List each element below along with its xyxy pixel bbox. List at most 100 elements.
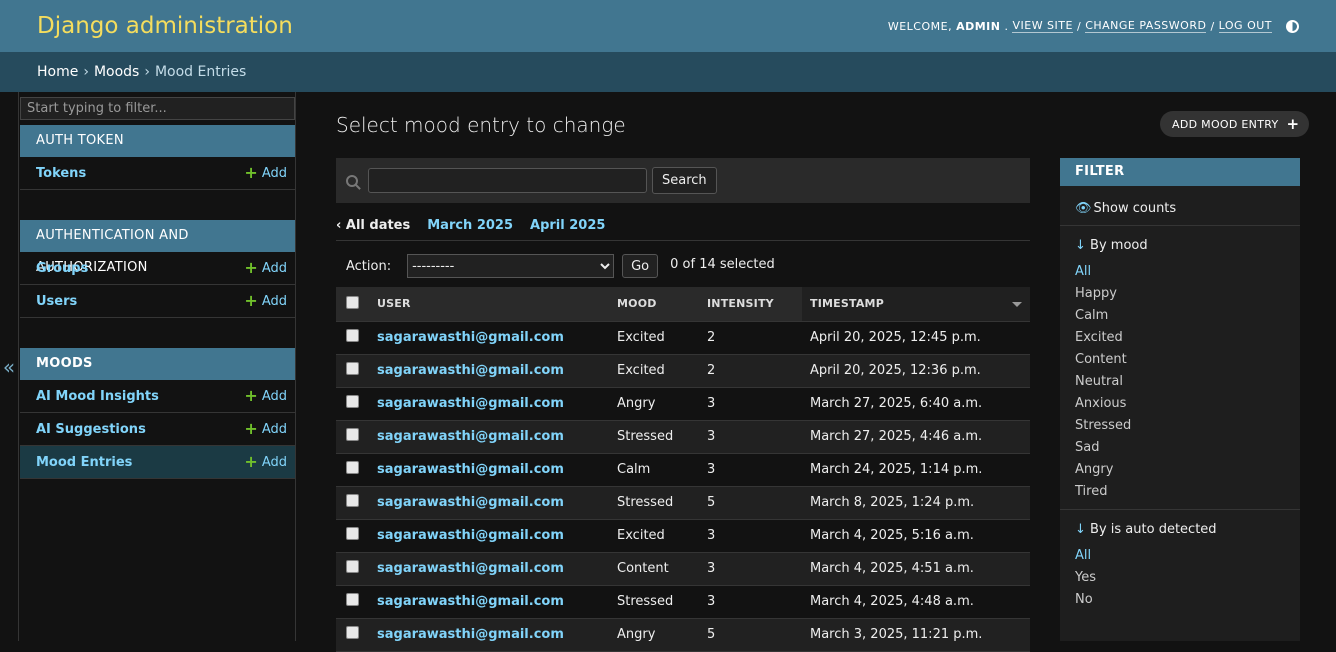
- site-branding[interactable]: Django administration: [37, 13, 293, 39]
- table-row: sagarawasthi@gmail.com Angry 3 March 27, 20…: [336, 387, 1030, 421]
- intensity-cell: 5: [699, 618, 802, 652]
- selected-count: 0 of 14 selected: [670, 256, 775, 272]
- filter-option[interactable]: Tired: [1075, 481, 1285, 503]
- log-out-link[interactable]: LOG OUT: [1218, 19, 1272, 33]
- table-row: sagarawasthi@gmail.com Content 3 March 4, 2…: [336, 552, 1030, 586]
- date-link-march-2025[interactable]: March 2025: [427, 218, 513, 240]
- sidebar-item-tokens: Tokens + Add: [20, 157, 295, 190]
- row-checkbox[interactable]: [346, 428, 359, 441]
- module-caption[interactable]: MOODS: [20, 348, 295, 380]
- date-link-april-2025[interactable]: April 2025: [530, 218, 605, 240]
- filter-option[interactable]: Sad: [1075, 437, 1285, 459]
- filter-option[interactable]: Anxious: [1075, 393, 1285, 415]
- column-header-user[interactable]: USER: [369, 287, 609, 322]
- module-caption[interactable]: AUTHENTICATION AND AUTHORIZATION: [20, 220, 295, 275]
- mood-cell: Content: [609, 552, 699, 586]
- row-checkbox[interactable]: [346, 593, 359, 606]
- table-row: sagarawasthi@gmail.com Stressed 3 March 27,…: [336, 420, 1030, 454]
- sidebar-item-label[interactable]: Users: [36, 294, 77, 309]
- filter-heading-mood[interactable]: ↓ By mood: [1060, 226, 1300, 261]
- row-checkbox[interactable]: [346, 362, 359, 375]
- search-button[interactable]: Search: [652, 167, 717, 194]
- breadcrumb-app[interactable]: Moods: [94, 64, 139, 80]
- column-header-timestamp[interactable]: TIMESTAMP: [802, 287, 1030, 322]
- module-caption[interactable]: AUTH TOKEN: [20, 125, 295, 157]
- sidebar-item-label[interactable]: AI Mood Insights: [36, 389, 159, 404]
- row-checkbox[interactable]: [346, 560, 359, 573]
- result-table: USER MOOD INTENSITY TIMESTAMP sagarawast…: [336, 287, 1030, 652]
- row-checkbox[interactable]: [346, 494, 359, 507]
- user-link[interactable]: sagarawasthi@gmail.com: [377, 528, 564, 543]
- select-all-checkbox[interactable]: [346, 295, 359, 309]
- filter-heading-auto-detected[interactable]: ↓ By is auto detected: [1060, 510, 1300, 545]
- user-link[interactable]: sagarawasthi@gmail.com: [377, 462, 564, 477]
- breadcrumb-current: Mood Entries: [154, 64, 247, 80]
- sidebar-item-label[interactable]: Tokens: [36, 166, 86, 181]
- sidebar-item-label[interactable]: Mood Entries: [36, 455, 132, 470]
- row-checkbox[interactable]: [346, 461, 359, 474]
- mood-cell: Excited: [609, 354, 699, 388]
- filter-option[interactable]: Stressed: [1075, 415, 1285, 437]
- filter-option[interactable]: Excited: [1075, 327, 1285, 349]
- filter-option[interactable]: Yes: [1075, 567, 1285, 589]
- filter-option[interactable]: Angry: [1075, 459, 1285, 481]
- search-input[interactable]: [368, 168, 647, 193]
- change-password-link[interactable]: CHANGE PASSWORD: [1085, 19, 1207, 33]
- sidebar-item-label[interactable]: Groups: [36, 261, 88, 276]
- show-counts-link[interactable]: 👁 Show counts: [1060, 186, 1300, 226]
- actions-bar: Action: --------- Go 0 of 14 selected: [336, 251, 1030, 281]
- action-select[interactable]: ---------: [407, 254, 615, 278]
- add-mood-entry-button[interactable]: ADD MOOD ENTRY +: [1160, 111, 1310, 137]
- user-link[interactable]: sagarawasthi@gmail.com: [377, 561, 564, 576]
- filter-option[interactable]: Content: [1075, 349, 1285, 371]
- user-link[interactable]: sagarawasthi@gmail.com: [377, 627, 564, 642]
- filter-option[interactable]: Calm: [1075, 305, 1285, 327]
- go-button[interactable]: Go: [622, 254, 659, 278]
- view-site-link[interactable]: VIEW SITE: [1012, 19, 1073, 33]
- add-link[interactable]: + Add: [244, 388, 287, 404]
- theme-toggle-icon[interactable]: [1286, 19, 1299, 33]
- add-link[interactable]: + Add: [244, 454, 287, 470]
- user-cell: sagarawasthi@gmail.com: [369, 552, 609, 586]
- user-link[interactable]: sagarawasthi@gmail.com: [377, 363, 564, 378]
- sidebar-collapse-icon[interactable]: «: [0, 92, 19, 641]
- filter-option[interactable]: Happy: [1075, 283, 1285, 305]
- user-link[interactable]: sagarawasthi@gmail.com: [377, 330, 564, 345]
- add-link[interactable]: + Add: [244, 421, 287, 437]
- column-header-intensity[interactable]: INTENSITY: [699, 287, 802, 322]
- column-header-mood[interactable]: MOOD: [609, 287, 699, 322]
- mood-cell: Stressed: [609, 420, 699, 454]
- row-checkbox[interactable]: [346, 395, 359, 408]
- sidebar-item-label[interactable]: AI Suggestions: [36, 422, 146, 437]
- user-link[interactable]: sagarawasthi@gmail.com: [377, 396, 564, 411]
- user-tools: WELCOME, ADMIN. VIEW SITE / CHANGE PASSW…: [888, 19, 1299, 33]
- add-button-label: ADD MOOD ENTRY: [1172, 117, 1279, 131]
- filter-option[interactable]: All: [1075, 261, 1285, 283]
- mood-cell: Stressed: [609, 585, 699, 619]
- row-checkbox[interactable]: [346, 329, 359, 342]
- filter-option[interactable]: No: [1075, 589, 1285, 611]
- row-select-cell: [336, 354, 369, 388]
- user-link[interactable]: sagarawasthi@gmail.com: [377, 594, 564, 609]
- plus-icon: +: [1286, 115, 1300, 133]
- user-link[interactable]: sagarawasthi@gmail.com: [377, 429, 564, 444]
- intensity-cell: 2: [699, 321, 802, 355]
- add-link[interactable]: + Add: [244, 293, 287, 309]
- filter-option[interactable]: Neutral: [1075, 371, 1285, 393]
- timestamp-cell: March 8, 2025, 1:24 p.m.: [802, 486, 1030, 520]
- breadcrumb-home[interactable]: Home: [37, 64, 78, 80]
- row-select-cell: [336, 486, 369, 520]
- add-link[interactable]: + Add: [244, 260, 287, 276]
- sort-descending-icon[interactable]: [1012, 302, 1022, 307]
- nav-filter-input[interactable]: [20, 97, 295, 120]
- user-cell: sagarawasthi@gmail.com: [369, 321, 609, 355]
- filter-option[interactable]: All: [1075, 545, 1285, 567]
- breadcrumb-separator: ›: [144, 64, 150, 80]
- add-link[interactable]: + Add: [244, 165, 287, 181]
- user-link[interactable]: sagarawasthi@gmail.com: [377, 495, 564, 510]
- row-checkbox[interactable]: [346, 626, 359, 639]
- row-checkbox[interactable]: [346, 527, 359, 540]
- intensity-cell: 5: [699, 486, 802, 520]
- all-dates-link[interactable]: ‹ All dates: [336, 218, 410, 240]
- arrow-down-icon: ↓: [1075, 238, 1086, 253]
